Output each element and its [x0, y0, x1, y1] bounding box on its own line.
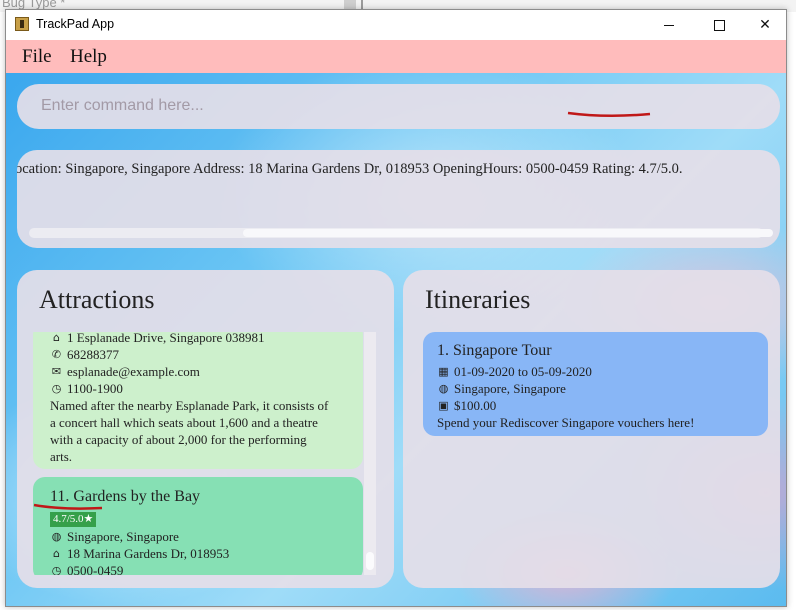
maximize-icon — [713, 19, 725, 31]
attractions-title: Attractions — [39, 285, 155, 314]
phone-icon: ✆ — [51, 348, 62, 361]
attractions-list[interactable]: ⌂ 1 Esplanade Drive, Singapore 038981 ✆ 68… — [33, 332, 365, 575]
attraction-email: esplanade@example.com — [67, 364, 200, 379]
globe-icon: ◍ — [51, 530, 62, 543]
annotation-underline-hours — [33, 503, 103, 510]
attraction-location: Singapore, Singapore — [67, 529, 179, 544]
attraction-address: 1 Esplanade Drive, Singapore 038981 — [67, 332, 265, 345]
rating-badge: 4.7/5.0★ — [50, 512, 97, 527]
menu-help[interactable]: Help — [70, 46, 107, 68]
title-bar[interactable]: TrackPad App ✕ — [6, 10, 786, 40]
itineraries-title: Itineraries — [425, 285, 531, 314]
itinerary-name: Singapore Tour — [453, 342, 552, 359]
attractions-scrollbar-thumb[interactable] — [366, 552, 374, 570]
maximize-button[interactable] — [696, 10, 742, 40]
globe-icon: ◍ — [438, 382, 449, 395]
result-scrollbar-thumb[interactable] — [243, 229, 773, 237]
home-icon: ⌂ — [53, 547, 60, 560]
menu-file[interactable]: File — [22, 46, 52, 68]
itinerary-card[interactable]: 1. Singapore Tour ▦ 01-09-2020 to 05-09-2… — [423, 332, 768, 436]
app-window: TrackPad App ✕ File Help ocation: Singap… — [5, 9, 787, 607]
attraction-address: 18 Marina Gardens Dr, 018953 — [67, 546, 230, 561]
main-content: ocation: Singapore, Singapore Address: 1… — [6, 73, 786, 606]
attraction-card-selected[interactable]: 11. Gardens by the Bay 4.7/5.0★ ◍ Singapo… — [33, 477, 363, 575]
attractions-panel: Attractions ⌂ 1 Esplanade Drive, Singapor… — [17, 270, 394, 588]
itinerary-index: 1. — [437, 342, 449, 359]
attraction-description: Named after the nearby Esplanade Park, i… — [50, 398, 329, 464]
result-display: ocation: Singapore, Singapore Address: 1… — [17, 150, 780, 248]
attractions-vertical-scrollbar[interactable] — [364, 332, 376, 575]
minimize-button[interactable] — [646, 10, 692, 40]
money-icon: ▣ — [438, 399, 449, 412]
result-text: ocation: Singapore, Singapore Address: 1… — [17, 161, 683, 177]
close-icon: ✕ — [759, 17, 771, 33]
email-icon: ✉ — [51, 365, 62, 378]
attraction-hours: 1100-1900 — [67, 381, 123, 396]
itinerary-location: Singapore, Singapore — [454, 381, 566, 396]
window-title: TrackPad App — [36, 17, 115, 31]
calendar-icon: ▦ — [438, 365, 449, 378]
itinerary-description: Spend your Rediscover Singapore vouchers… — [437, 415, 695, 430]
itinerary-heading: 1. Singapore Tour — [437, 341, 768, 361]
menu-bar: File Help — [6, 40, 786, 73]
attraction-card[interactable]: ⌂ 1 Esplanade Drive, Singapore 038981 ✆ 68… — [33, 332, 363, 469]
app-icon — [15, 17, 29, 31]
result-horizontal-scrollbar[interactable] — [29, 228, 773, 238]
command-box — [17, 84, 780, 129]
annotation-underline-result — [567, 111, 651, 118]
clock-icon: ◷ — [51, 564, 62, 575]
home-icon: ⌂ — [53, 332, 60, 344]
itinerary-dates: 01-09-2020 to 05-09-2020 — [454, 364, 592, 379]
attraction-hours: 0500-0459 — [67, 563, 124, 575]
attraction-phone: 68288377 — [67, 347, 119, 362]
close-button[interactable]: ✕ — [742, 10, 786, 40]
minimize-icon — [664, 24, 674, 26]
clock-icon: ◷ — [51, 382, 62, 395]
itinerary-budget: $100.00 — [454, 398, 497, 413]
itineraries-panel: Itineraries 1. Singapore Tour ▦ 01-09-202… — [403, 270, 780, 588]
